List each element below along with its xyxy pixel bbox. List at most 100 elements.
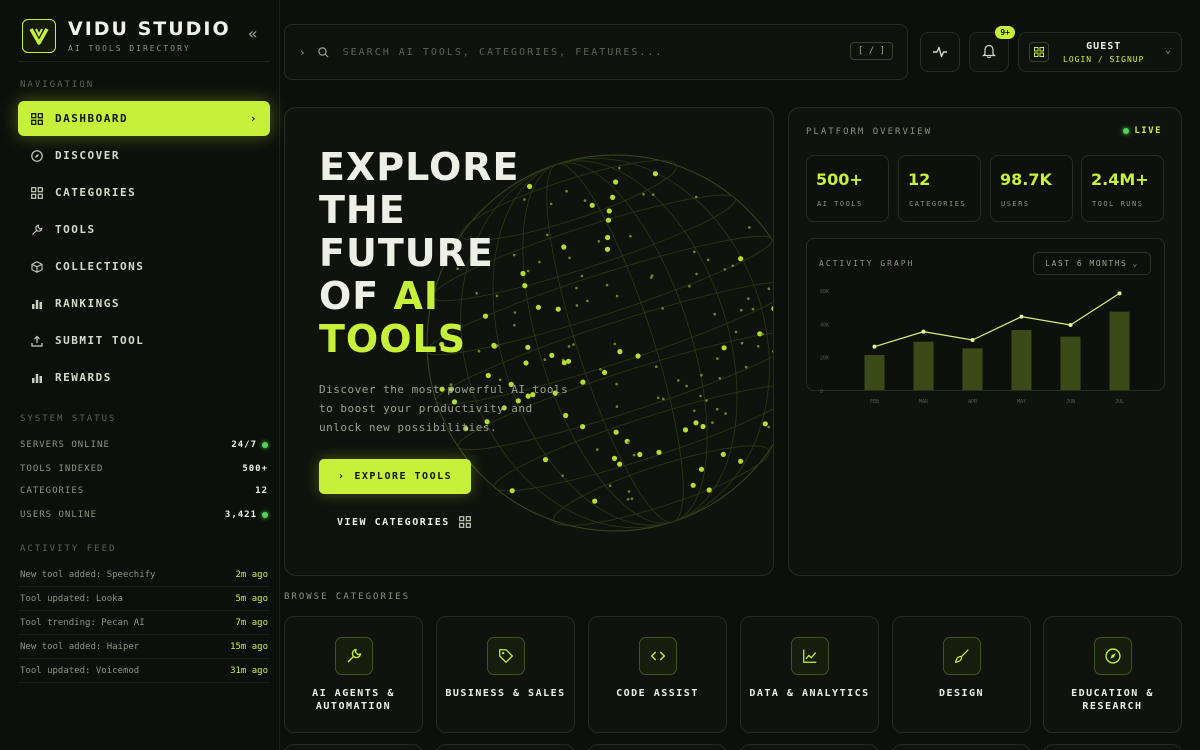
nav-item-rewards[interactable]: REWARDS (18, 360, 270, 395)
activity-button[interactable] (920, 32, 960, 72)
category-card-data-analytics[interactable]: DATA & ANALYTICS (740, 616, 879, 733)
category-name: CODE ASSIST (616, 688, 699, 699)
nav-item-label: DISCOVER (55, 149, 120, 162)
sidebar: VIDU STUDIO AI TOOLS DIRECTORY « NAVIGAT… (0, 0, 280, 750)
globe-dot (549, 202, 553, 206)
category-card-partial[interactable] (436, 744, 575, 750)
category-name: DESIGN (938, 688, 985, 699)
stat-card-categories[interactable]: 12 CATEGORIES (898, 155, 981, 222)
globe-dot (682, 427, 689, 433)
globe-dot (685, 384, 688, 388)
globe-dot (762, 421, 768, 427)
search-bar[interactable]: › [ / ] (284, 24, 908, 80)
category-card-partial[interactable] (740, 744, 879, 750)
nav-item-discover[interactable]: DISCOVER (18, 138, 270, 173)
globe-dot (583, 199, 587, 202)
chevron-right-icon: › (299, 45, 306, 59)
category-card-partial[interactable] (892, 744, 1031, 750)
brand-subtitle: AI TOOLS DIRECTORY (68, 44, 191, 53)
feed-item[interactable]: Tool updated: Looka 5m ago (18, 587, 270, 611)
nav-item-categories[interactable]: CATEGORIES (18, 175, 270, 210)
globe-dot (698, 466, 705, 472)
nav-item-rankings[interactable]: RANKINGS (18, 286, 270, 321)
globe-dot (738, 256, 744, 262)
feed-time: 31m ago (230, 665, 268, 676)
category-card-partial[interactable] (284, 744, 423, 750)
feed-time: 15m ago (230, 641, 268, 652)
globe-dot (617, 349, 623, 355)
grid-icon (31, 112, 43, 125)
chart-line (874, 292, 1120, 348)
category-name: EDUCATION & RESEARCH (1071, 688, 1154, 712)
globe-dot (527, 183, 533, 189)
search-input[interactable] (342, 46, 813, 58)
category-card-business[interactable]: BUSINESS & SALES (436, 616, 575, 733)
nav-item-label: REWARDS (55, 371, 112, 384)
hero-title-line: THE (319, 188, 406, 232)
status-label: CATEGORIES (20, 486, 85, 496)
globe-dot (610, 194, 616, 200)
globe-dot (575, 286, 578, 290)
nav-item-label: COLLECTIONS (55, 260, 145, 273)
category-card-education[interactable]: EDUCATION & RESEARCH (1043, 616, 1182, 733)
feed-item[interactable]: Tool trending: Pecan AI 7m ago (18, 611, 270, 635)
chart-bar (864, 355, 885, 390)
category-card-partial[interactable] (1043, 744, 1182, 750)
hero-panel: EXPLORE THE FUTURE OF AI TOOLS Discover … (284, 107, 774, 576)
notifications-button[interactable]: 9+ (969, 26, 1015, 72)
double-chevron-left-icon[interactable]: « (248, 24, 258, 43)
globe-dot (700, 373, 703, 377)
hero-title-line: FUTURE (319, 231, 494, 275)
globe-dot (615, 382, 618, 386)
category-card-partial[interactable] (588, 744, 727, 750)
globe-dot (555, 306, 561, 312)
view-categories-link[interactable]: VIEW CATEGORIES (337, 516, 471, 528)
globe-dot (656, 396, 660, 400)
stat-card-tool-runs[interactable]: 2.4M+ TOOL RUNS (1081, 155, 1164, 222)
feed-item[interactable]: New tool added: Speechify 2m ago (18, 563, 270, 587)
status-row: CATEGORIES 12 (20, 486, 268, 496)
activity-chart: 60K 40K 20K 0 FEB MAR APR MAY JUN JUL (820, 289, 1130, 405)
user-menu[interactable]: GUEST LOGIN / SIGNUP ⌄ (1018, 32, 1182, 72)
status-value: 500+ (242, 464, 268, 474)
globe-dot (592, 498, 598, 504)
stat-value: 2.4M+ (1091, 170, 1149, 189)
nav-item-label: SUBMIT TOOL (55, 334, 145, 347)
category-card-design[interactable]: DESIGN (892, 616, 1031, 733)
globe-dot (740, 341, 744, 345)
nav-item-collections[interactable]: COLLECTIONS (18, 249, 270, 284)
globe-dot (626, 498, 630, 501)
globe-dot (740, 308, 743, 312)
hero-title-text: OF (319, 274, 394, 318)
feed-item[interactable]: New tool added: Haiper 15m ago (18, 635, 270, 659)
nav-item-submit-tool[interactable]: SUBMIT TOOL (18, 323, 270, 358)
live-indicator: LIVE (1123, 126, 1162, 136)
search-icon (317, 43, 329, 62)
globe-dot (615, 294, 619, 298)
nav-item-dashboard[interactable]: DASHBOARD › (18, 101, 270, 136)
globe-dot (608, 484, 612, 488)
feed-item[interactable]: Tool updated: Voicemod 31m ago (18, 659, 270, 683)
category-card-code-assist[interactable]: CODE ASSIST (588, 616, 727, 733)
globe-dot (629, 234, 632, 238)
category-card-ai-agents[interactable]: AI AGENTS & AUTOMATION (284, 616, 423, 733)
explore-tools-button[interactable]: › EXPLORE TOOLS (319, 459, 471, 494)
brand[interactable]: VIDU STUDIO AI TOOLS DIRECTORY (22, 18, 231, 53)
stat-card-users[interactable]: 98.7K USERS (990, 155, 1073, 222)
range-select[interactable]: LAST 6 MONTHS ⌄ (1033, 252, 1151, 275)
compass-icon (1094, 637, 1132, 675)
globe-dot (630, 497, 634, 500)
globe-dot (692, 409, 696, 413)
divider (18, 61, 270, 62)
globe-dot (605, 234, 611, 241)
login-signup-link[interactable]: LOGIN / SIGNUP (1063, 55, 1144, 64)
globe-dot (721, 345, 727, 351)
feed-text: Tool updated: Looka (20, 593, 123, 604)
nav-item-tools[interactable]: TOOLS (18, 212, 270, 247)
stat-card-ai-tools[interactable]: 500+ AI TOOLS (806, 155, 889, 222)
hero-description: Discover the most powerful AI tools to b… (319, 383, 569, 434)
status-row: SERVERS ONLINE 24/7 (20, 440, 268, 450)
globe-dot (615, 405, 619, 408)
globe-dot (744, 365, 748, 369)
globe-dot (693, 420, 699, 426)
